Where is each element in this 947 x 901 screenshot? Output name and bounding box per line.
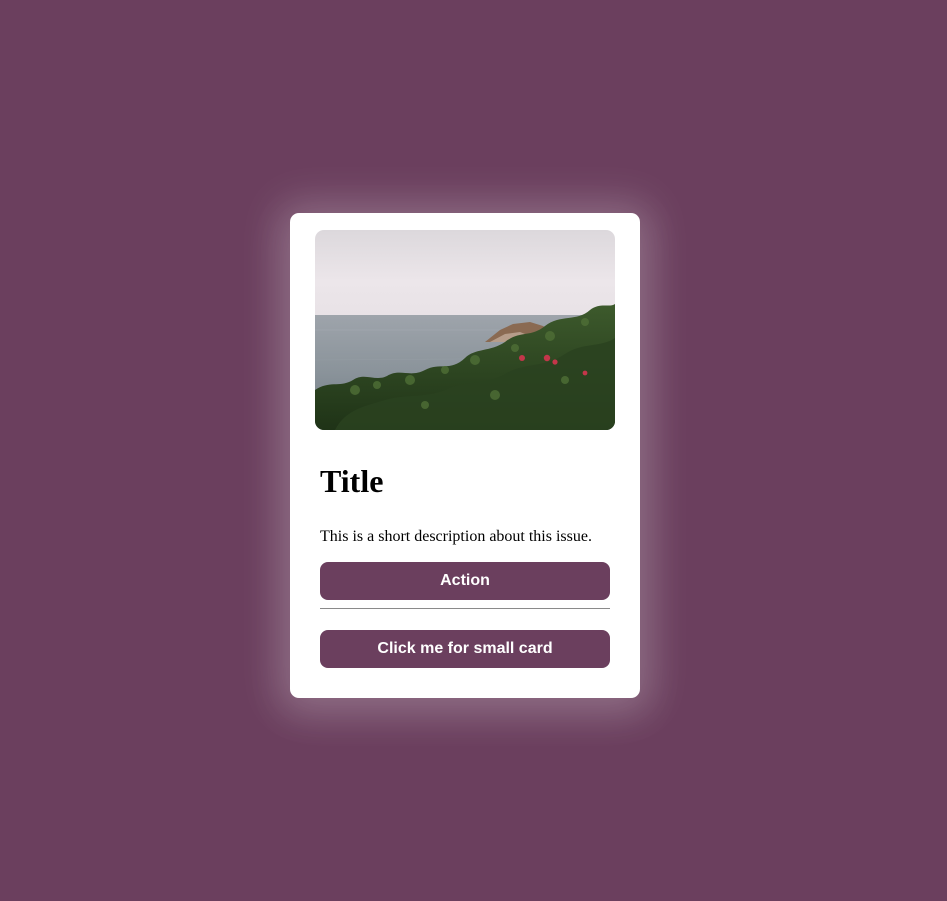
card-description: This is a short description about this i… bbox=[320, 528, 592, 545]
small-card-button[interactable]: Click me for small card bbox=[320, 630, 610, 668]
divider bbox=[320, 608, 610, 609]
content-card: Title This is a short description about … bbox=[290, 213, 640, 698]
action-button[interactable]: Action bbox=[320, 562, 610, 600]
page-background: Title This is a short description about … bbox=[0, 0, 947, 901]
card-title: Title bbox=[320, 463, 384, 499]
card-image bbox=[315, 230, 615, 430]
